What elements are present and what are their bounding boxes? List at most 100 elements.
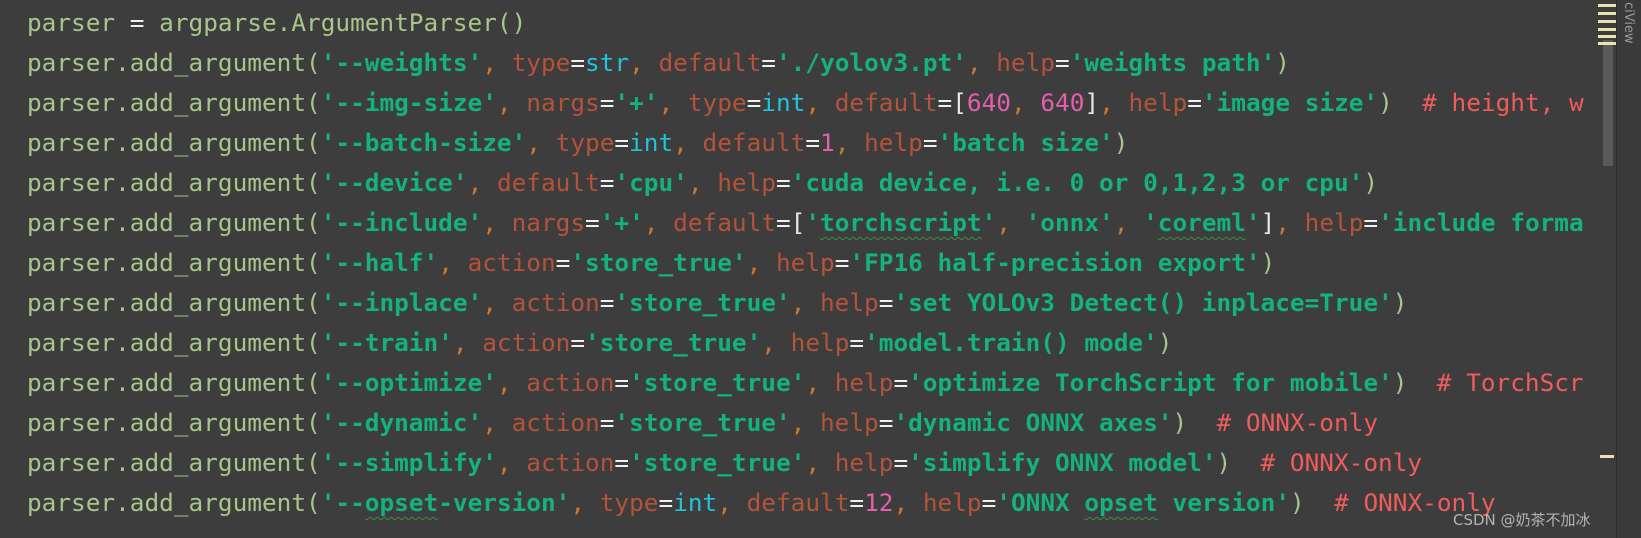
code-token: , <box>746 248 776 277</box>
code-token: ' <box>1245 208 1261 237</box>
code-token: 'ONNX <box>996 488 1085 517</box>
code-token: # ONNX-only <box>1231 448 1423 477</box>
code-token: ' <box>1143 208 1158 237</box>
code-token: , <box>790 408 820 437</box>
code-token: 'image size' <box>1201 88 1379 117</box>
code-token: action <box>511 288 600 317</box>
code-token: , <box>834 128 865 157</box>
code-line[interactable]: parser.add_argument('--device', default=… <box>27 163 1378 203</box>
code-token: ) <box>1157 328 1173 357</box>
code-token: type <box>555 128 615 157</box>
scroll-marker[interactable] <box>1598 4 1616 7</box>
code-token: parser.add_argument( <box>27 88 321 117</box>
code-token: = <box>746 88 762 117</box>
code-token: 'store_true' <box>585 328 762 357</box>
code-line[interactable]: parser.add_argument('--simplify', action… <box>27 443 1422 483</box>
code-token: './yolov3.pt' <box>775 48 967 77</box>
code-line[interactable]: parser.add_argument('--train', action='s… <box>27 323 1172 363</box>
scroll-marker[interactable] <box>1598 12 1616 15</box>
code-token: argparse.ArgumentParser() <box>144 8 527 37</box>
code-token: coreml <box>1157 208 1246 237</box>
code-line[interactable]: parser.add_argument('--weights', type=st… <box>27 43 1290 83</box>
code-token: '--inplace' <box>320 288 483 317</box>
watermark: CSDN @奶茶不加冰 <box>1453 511 1591 529</box>
code-token: , <box>438 248 468 277</box>
code-token: parser.add_argument( <box>27 408 321 437</box>
code-token: # ONNX-only <box>1187 408 1379 437</box>
code-token: = <box>893 448 909 477</box>
code-token: = <box>1187 88 1202 117</box>
code-line[interactable]: parser.add_argument('--batch-size', type… <box>27 123 1128 163</box>
code-line[interactable]: parser.add_argument('--opset-version', t… <box>27 483 1496 523</box>
code-token: help <box>834 448 894 477</box>
code-token: action <box>526 448 615 477</box>
code-token: , <box>805 88 835 117</box>
code-editor[interactable]: parser = argparse.ArgumentParser() parser… <box>0 0 1604 538</box>
code-token: 'store_true' <box>570 248 747 277</box>
code-token: = <box>922 128 938 157</box>
code-token: help <box>775 248 835 277</box>
code-token: = <box>878 408 894 437</box>
code-token: = <box>599 288 615 317</box>
code-token: = <box>849 328 865 357</box>
code-token: help <box>864 128 923 157</box>
code-token: 'store_true' <box>614 408 791 437</box>
code-token: '--train' <box>320 328 453 357</box>
code-token: ) <box>1216 448 1232 477</box>
code-line[interactable]: parser.add_argument('--inplace', action=… <box>27 283 1407 323</box>
code-token: int <box>629 128 674 157</box>
code-line[interactable]: parser.add_argument('--include', nargs='… <box>27 203 1584 243</box>
code-token: '--simplify' <box>320 448 497 477</box>
code-token: int <box>673 488 718 517</box>
code-token: , <box>658 88 688 117</box>
scroll-marker[interactable] <box>1598 20 1616 23</box>
code-line[interactable]: parser.add_argument('--dynamic', action=… <box>27 403 1378 443</box>
code-line[interactable]: parser = argparse.ArgumentParser() <box>27 3 526 43</box>
code-token: ] <box>1260 208 1276 237</box>
scroll-marker[interactable] <box>1598 35 1616 38</box>
code-token: , <box>761 328 791 357</box>
code-token: , <box>496 88 527 117</box>
scroll-marker[interactable] <box>1598 28 1616 31</box>
code-token: type <box>687 88 747 117</box>
code-token: ' <box>981 208 997 237</box>
code-token: 'store_true' <box>629 448 806 477</box>
code-token: , <box>482 208 512 237</box>
code-token: type <box>599 488 659 517</box>
code-token: = <box>893 368 909 397</box>
code-token: , <box>1275 208 1305 237</box>
code-token: = <box>775 208 791 237</box>
code-token: , <box>996 208 1026 237</box>
code-token: [ <box>790 208 806 237</box>
scroll-marker[interactable] <box>1598 42 1616 45</box>
code-token: = <box>555 248 571 277</box>
code-token: '--batch-size' <box>320 128 527 157</box>
code-token: int <box>761 88 806 117</box>
code-line[interactable]: parser.add_argument('--optimize', action… <box>27 363 1584 403</box>
code-token: = <box>570 48 586 77</box>
side-tool-panel <box>1616 0 1641 538</box>
code-line[interactable]: parser.add_argument('--img-size', nargs=… <box>27 83 1584 123</box>
code-token: action <box>467 248 556 277</box>
code-token: opset <box>1084 488 1158 517</box>
code-token: 'weights path' <box>1069 48 1276 77</box>
scrollbar-thumb[interactable] <box>1603 40 1613 166</box>
code-token: '-- <box>320 488 365 517</box>
code-token: 'optimize TorchScript for mobile' <box>908 368 1393 397</box>
code-token: = <box>129 8 145 37</box>
code-token: , <box>805 448 835 477</box>
code-token: , <box>467 168 497 197</box>
code-token: action <box>482 328 571 357</box>
code-token: help <box>834 368 894 397</box>
code-token: parser.add_argument( <box>27 208 321 237</box>
code-token: ) <box>1290 488 1305 517</box>
code-token: 640 <box>1040 88 1085 117</box>
code-line[interactable]: parser.add_argument('--half', action='st… <box>27 243 1275 283</box>
sciview-tab[interactable]: ciView <box>1621 2 1636 44</box>
code-token: torchscript <box>820 208 982 237</box>
code-token: '--half' <box>320 248 439 277</box>
code-token: , <box>1113 208 1144 237</box>
code-token: parser.add_argument( <box>27 488 321 517</box>
scroll-marker[interactable] <box>1600 455 1614 458</box>
code-token: , <box>496 448 527 477</box>
